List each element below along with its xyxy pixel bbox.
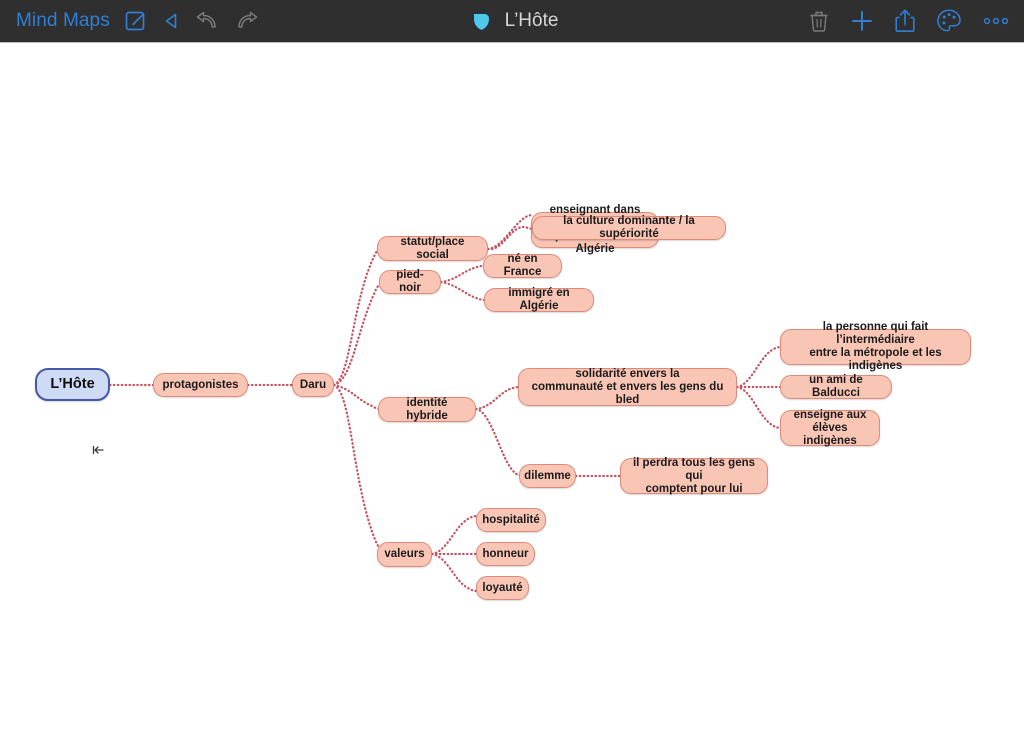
mindmap-canvas[interactable]: L’Hôte protagonistes Daru statut/place s… (0, 44, 1024, 748)
top-toolbar: Mind Maps L’Hôte (0, 0, 1024, 43)
mindmap-node-loyaute[interactable]: loyauté (476, 576, 529, 600)
mindmap-node-dilemme[interactable]: dilemme (519, 464, 576, 488)
node-label: honneur (482, 547, 529, 560)
node-label: valeurs (384, 548, 425, 560)
node-label: statut/place social (400, 235, 465, 261)
app-shield-icon (466, 6, 496, 36)
toolbar-left-group: Mind Maps (0, 9, 258, 33)
mindmap-node-solidarite[interactable]: solidarité envers la communauté et enver… (518, 368, 737, 406)
mindmap-node-honneur[interactable]: honneur (476, 542, 535, 566)
plus-icon[interactable] (850, 9, 874, 33)
node-label: L’Hôte (50, 376, 95, 392)
mindmap-node-identite-hybride[interactable]: identité hybride (378, 397, 476, 422)
node-label: né en France (503, 253, 542, 278)
node-label: immigré en Algérie (508, 287, 570, 312)
mindmap-node-culture-dominante[interactable]: la culture dominante / la supériorité (532, 215, 726, 240)
mindmap-node-ami-balducci[interactable]: un ami de Balducci (780, 374, 892, 399)
node-label: il perdra tous les gens qui comptent pou… (632, 456, 756, 495)
redo-icon[interactable] (234, 10, 258, 32)
toolbar-right-group (808, 8, 1010, 34)
mindmap-node-statut-place-social[interactable]: statut/place social (377, 236, 488, 261)
back-to-mind-maps-button[interactable]: Mind Maps (16, 10, 110, 32)
node-label: dilemme (524, 469, 571, 482)
node-label: la culture dominante / la supériorité (563, 215, 695, 240)
node-label: identité hybride (406, 396, 448, 422)
node-label: un ami de Balducci (809, 374, 863, 399)
node-label: hospitalité (482, 513, 540, 526)
node-label: pied-noir (396, 269, 424, 294)
node-label: enseigne aux élèves indigènes (793, 408, 867, 447)
undo-icon[interactable] (196, 10, 220, 32)
share-icon[interactable] (894, 8, 916, 34)
mindmap-node-root[interactable]: L’Hôte (35, 368, 110, 401)
mindmap-node-ne-en-france[interactable]: né en France (483, 253, 562, 278)
node-label: Daru (299, 378, 327, 391)
mindmap-node-daru[interactable]: Daru (292, 373, 334, 397)
palette-icon[interactable] (936, 8, 962, 34)
mindmap-node-immigre-algerie[interactable]: immigré en Algérie (484, 287, 594, 312)
document-title: L’Hôte (504, 10, 559, 31)
trash-icon[interactable] (808, 9, 830, 33)
mindmap-node-protagonistes[interactable]: protagonistes (153, 373, 248, 397)
mindmap-node-intermediaire[interactable]: la personne qui fait l’intermédiaire ent… (780, 321, 971, 372)
node-label: protagonistes (162, 378, 239, 391)
node-label: loyauté (482, 581, 523, 594)
mindmap-node-valeurs[interactable]: valeurs (377, 542, 432, 567)
collapse-handle-icon[interactable] (91, 443, 105, 457)
more-dots-icon[interactable] (982, 15, 1010, 27)
compose-icon[interactable] (124, 9, 148, 33)
mindmap-node-hospitalite[interactable]: hospitalité (476, 508, 546, 532)
mindmap-node-perdra-les-gens[interactable]: il perdra tous les gens qui comptent pou… (620, 456, 768, 495)
node-label: la personne qui fait l’intermédiaire ent… (809, 321, 942, 372)
mindmap-node-pied-noir[interactable]: pied-noir (379, 269, 441, 294)
mindmap-node-enseigne-eleves[interactable]: enseigne aux élèves indigènes (780, 408, 880, 447)
back-triangle-icon[interactable] (162, 11, 182, 31)
node-label: solidarité envers la communauté et enver… (531, 367, 724, 406)
